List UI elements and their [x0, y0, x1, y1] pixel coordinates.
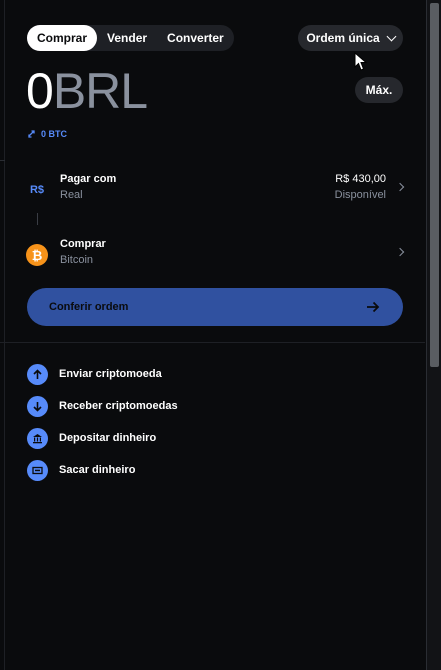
deposit-cash-action[interactable]: Depositar dinheiro — [27, 427, 156, 449]
buy-asset-row[interactable]: ₿ Comprar Bitcoin — [26, 234, 405, 274]
arrow-up-icon — [27, 363, 48, 385]
review-order-label: Conferir ordem — [49, 301, 129, 313]
withdraw-cash-action[interactable]: Sacar dinheiro — [27, 459, 135, 481]
tab-convert[interactable]: Converter — [157, 25, 234, 51]
send-crypto-label: Enviar criptomoeda — [59, 368, 162, 380]
row-connector-line — [37, 213, 38, 225]
vertical-scrollbar[interactable] — [426, 0, 441, 670]
trade-panel: Comprar Vender Converter Ordem única 0BR… — [0, 0, 425, 670]
order-type-dropdown[interactable]: Ordem única — [298, 25, 403, 51]
scrollbar-thumb[interactable] — [430, 3, 439, 367]
tab-buy[interactable]: Comprar — [27, 25, 98, 51]
max-button[interactable]: Máx. — [355, 77, 403, 103]
pay-with-row[interactable]: R$ Pagar com Real R$ 430,00 Disponível — [26, 169, 405, 209]
mouse-cursor-icon — [354, 52, 368, 71]
conversion-toggle[interactable]: 0 BTC — [28, 129, 67, 139]
pay-with-title: Pagar com — [60, 173, 117, 185]
bank-icon — [27, 427, 48, 449]
bitcoin-icon: ₿ — [26, 244, 48, 266]
available-label: Disponível — [334, 189, 386, 201]
buy-asset-title: Comprar — [60, 238, 106, 250]
chevron-right-icon — [395, 247, 405, 257]
buy-asset-name: Bitcoin — [60, 254, 94, 266]
tab-sell[interactable]: Vender — [97, 25, 157, 51]
receive-crypto-action[interactable]: Receber criptomoedas — [27, 395, 178, 417]
swap-icon — [28, 130, 35, 138]
amount-display[interactable]: 0BRL — [26, 62, 148, 120]
amount-value: 0 — [26, 63, 54, 119]
section-divider — [0, 342, 425, 343]
order-type-label: Ordem única — [306, 31, 380, 45]
send-crypto-action[interactable]: Enviar criptomoeda — [27, 363, 162, 385]
arrow-right-icon — [367, 301, 380, 313]
chevron-down-icon — [386, 31, 397, 41]
arrow-down-icon — [27, 395, 48, 417]
left-window-edge — [0, 0, 5, 670]
conversion-label: 0 BTC — [41, 129, 68, 139]
real-currency-icon: R$ — [29, 184, 45, 196]
left-edge-divider — [0, 160, 5, 161]
pay-with-currency: Real — [60, 189, 83, 201]
trade-mode-tabs: Comprar Vender Converter — [27, 25, 234, 51]
amount-currency: BRL — [52, 63, 148, 119]
chevron-right-icon — [395, 182, 405, 192]
cash-icon — [27, 459, 48, 481]
withdraw-cash-label: Sacar dinheiro — [59, 464, 136, 476]
receive-crypto-label: Receber criptomoedas — [59, 400, 178, 412]
review-order-button[interactable]: Conferir ordem — [27, 288, 403, 326]
available-balance: R$ 430,00 — [335, 173, 386, 185]
deposit-cash-label: Depositar dinheiro — [59, 432, 157, 444]
